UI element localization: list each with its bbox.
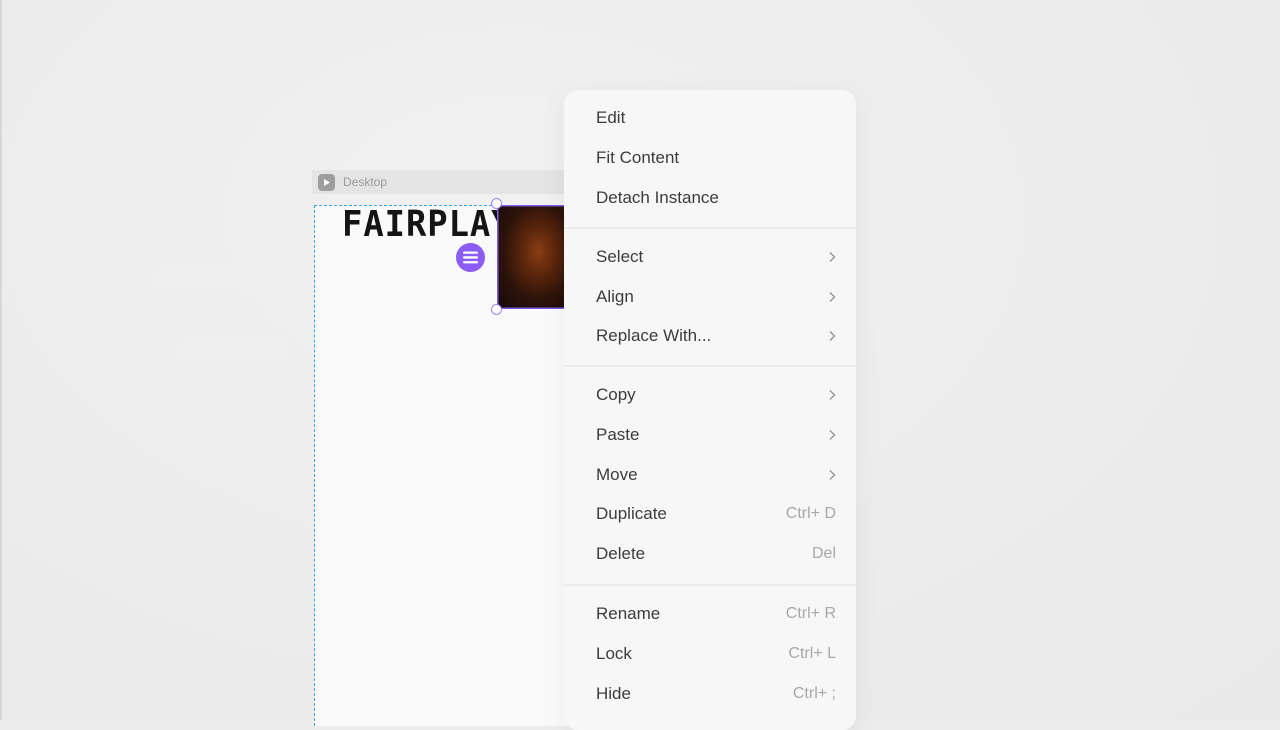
menu-item-shortcut: Ctrl+ ;: [792, 685, 836, 702]
menu-item-copy[interactable]: Copy: [564, 378, 856, 412]
menu-item-shortcut: Del: [811, 545, 836, 562]
menu-item-label: Rename: [596, 604, 661, 623]
chevron-right-icon: [829, 291, 836, 303]
menu-item-move[interactable]: Move: [564, 458, 856, 492]
frame-label[interactable]: Desktop: [312, 170, 564, 194]
ghost-layer-placeholder: [156, 268, 268, 290]
menu-separator: [564, 365, 856, 367]
menu-item-hide[interactable]: Hide Ctrl+ ;: [564, 677, 856, 711]
menu-item-label: Edit: [596, 108, 626, 127]
menu-item-label: Paste: [596, 425, 640, 444]
menu-item-select[interactable]: Select: [564, 240, 856, 274]
chevron-right-icon: [829, 330, 836, 342]
chevron-right-icon: [829, 251, 836, 263]
chevron-right-icon: [829, 429, 836, 441]
menu-item-edit[interactable]: Edit: [564, 101, 856, 135]
menu-item-label: Replace With...: [596, 326, 712, 345]
menu-item-label: Move: [596, 465, 638, 484]
menu-item-label: Lock: [596, 644, 632, 663]
hamburger-menu-button[interactable]: [456, 243, 485, 272]
chevron-right-icon: [829, 469, 836, 481]
canvas-edge: [0, 0, 2, 720]
menu-item-lock[interactable]: Lock Ctrl+ L: [564, 637, 856, 671]
context-menu: Edit Fit Content Detach Instance Select …: [564, 90, 856, 730]
hamburger-icon: [463, 251, 478, 264]
menu-item-align[interactable]: Align: [564, 280, 856, 314]
play-icon[interactable]: [318, 173, 335, 191]
menu-item-label: Detach Instance: [596, 188, 719, 207]
menu-item-label: Duplicate: [596, 504, 667, 523]
menu-item-shortcut: Ctrl+ R: [785, 605, 836, 622]
menu-item-detach-instance[interactable]: Detach Instance: [564, 181, 856, 215]
menu-item-replace-with[interactable]: Replace With...: [564, 319, 856, 353]
frame-label-text: Desktop: [343, 175, 388, 189]
menu-item-rename[interactable]: Rename Ctrl+ R: [564, 597, 856, 631]
menu-item-delete[interactable]: Delete Del: [564, 537, 856, 571]
menu-item-paste[interactable]: Paste: [564, 418, 856, 452]
menu-item-shortcut: Ctrl+ L: [788, 645, 836, 662]
menu-item-fit-content[interactable]: Fit Content: [564, 141, 856, 175]
design-canvas[interactable]: Desktop FAIRPLAY Edit Fit Content Detach…: [0, 0, 1280, 730]
resize-handle-top[interactable]: [491, 198, 502, 209]
menu-separator: [564, 584, 856, 586]
hero-image[interactable]: [497, 205, 567, 309]
menu-item-label: Select: [596, 247, 644, 266]
menu-item-label: Delete: [596, 544, 646, 563]
menu-item-duplicate[interactable]: Duplicate Ctrl+ D: [564, 497, 856, 531]
menu-item-label: Copy: [596, 385, 636, 404]
menu-item-label: Hide: [596, 684, 631, 703]
menu-separator: [564, 227, 856, 229]
menu-item-label: Fit Content: [596, 148, 680, 167]
menu-item-label: Align: [596, 287, 634, 306]
fairplay-logo[interactable]: FAIRPLAY: [342, 204, 513, 245]
resize-handle-bottom[interactable]: [491, 304, 502, 315]
ghost-layer-placeholder: [178, 340, 288, 362]
chevron-right-icon: [829, 389, 836, 401]
menu-item-shortcut: Ctrl+ D: [785, 505, 836, 522]
